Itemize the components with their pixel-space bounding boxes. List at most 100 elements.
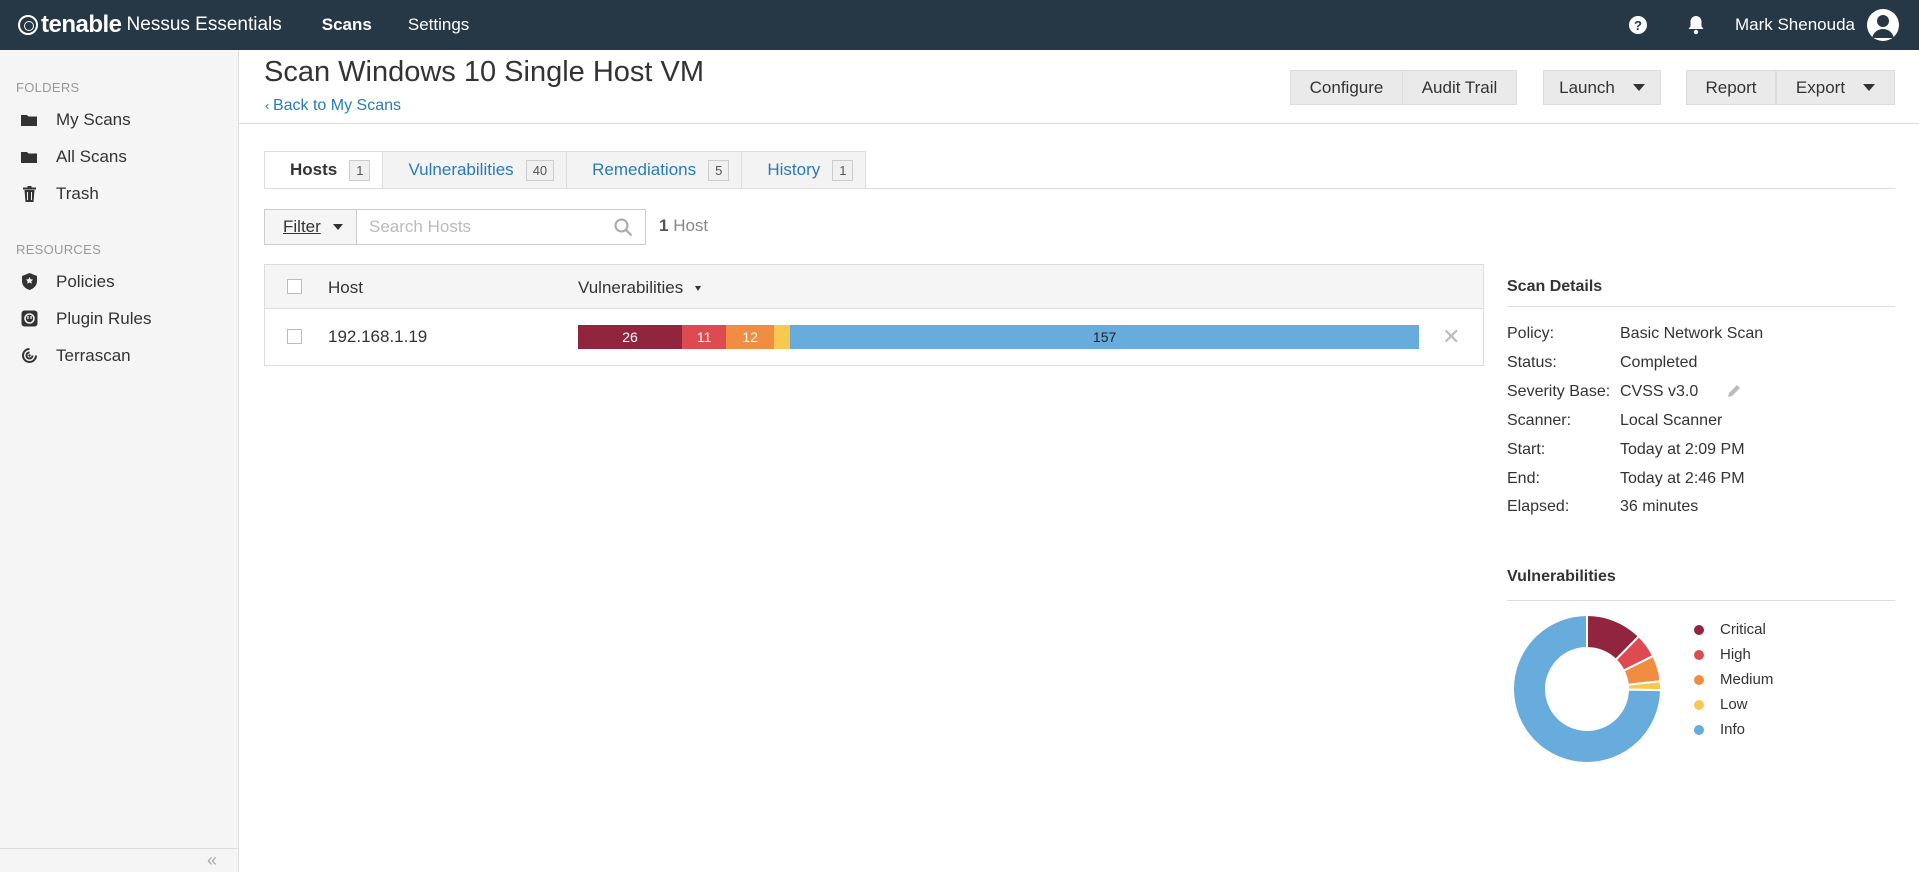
select-all-checkbox[interactable] [287, 279, 302, 294]
logo-brand: tenable [41, 11, 122, 38]
tab-label: Vulnerabilities [408, 160, 514, 179]
severity-segment-critical[interactable]: 26 [578, 325, 683, 349]
detail-status: Status: Completed [1507, 354, 1697, 372]
severity-segment-high[interactable]: 11 [682, 325, 727, 349]
sort-down-icon [695, 286, 702, 292]
sidebar-item-my-scans[interactable]: My Scans [0, 101, 238, 138]
column-header-host[interactable]: Host [328, 278, 363, 298]
legend-dot [1694, 674, 1704, 685]
sidebar-item-trash[interactable]: Trash [0, 175, 238, 212]
user-avatar-icon[interactable] [1867, 9, 1899, 41]
folder-icon [20, 148, 38, 166]
user-name[interactable]: Mark Shenouda [1735, 15, 1855, 35]
legend-label: Low [1720, 696, 1748, 713]
detail-key: Scanner: [1507, 412, 1572, 429]
nav-settings[interactable]: Settings [408, 15, 469, 35]
tab-label: History [767, 160, 821, 179]
sidebar-item-all-scans[interactable]: All Scans [0, 138, 238, 175]
top-bar: tenable Nessus Essentials Scans Settings… [0, 0, 1919, 50]
search-hosts-box [357, 209, 646, 245]
tab-remediations[interactable]: Remediations 5 [567, 151, 743, 189]
vulnerabilities-panel-title: Vulnerabilities [1507, 568, 1616, 585]
sidebar-item-plugin-rules[interactable]: Plugin Rules [0, 300, 238, 337]
detail-value: 36 minutes [1620, 498, 1699, 515]
detail-key: End: [1507, 470, 1540, 487]
vulnerabilities-panel-divider [1507, 600, 1895, 601]
severity-segment-low[interactable] [774, 325, 791, 349]
tab-label: Hosts [290, 160, 338, 179]
edit-pencil-icon[interactable] [1726, 383, 1742, 404]
filter-button[interactable]: Filter [264, 209, 357, 245]
column-header-vulnerabilities[interactable]: Vulnerabilities [578, 278, 702, 298]
nav-scans[interactable]: Scans [322, 15, 372, 35]
page-title: Scan Windows 10 Single Host VM [264, 56, 705, 88]
terrascan-icon [20, 347, 38, 365]
sidebar-collapse-icon[interactable]: « [0, 848, 239, 872]
search-hosts-input[interactable] [357, 217, 597, 237]
legend-low[interactable]: Low [1694, 692, 1773, 717]
chevron-down-icon [1632, 84, 1645, 91]
trash-icon [20, 185, 38, 203]
severity-segment-medium[interactable]: 12 [726, 325, 775, 349]
column-header-label: Vulnerabilities [578, 278, 684, 297]
header-divider [239, 123, 1919, 124]
logo-mark-icon [18, 15, 38, 35]
audit-trail-button[interactable]: Audit Trail [1402, 70, 1517, 105]
severity-bar[interactable]: 26 11 12 157 [578, 325, 1419, 349]
tab-vulnerabilities[interactable]: Vulnerabilities 40 [383, 151, 568, 189]
tab-hosts[interactable]: Hosts 1 [264, 151, 384, 189]
table-header: Host Vulnerabilities [265, 265, 1483, 309]
scan-details-title: Scan Details [1507, 278, 1603, 295]
help-icon[interactable]: ? [1628, 16, 1647, 34]
search-icon[interactable] [614, 218, 633, 242]
launch-button[interactable]: Launch [1543, 70, 1661, 105]
host-ip[interactable]: 192.168.1.19 [328, 327, 427, 347]
legend-critical[interactable]: Critical [1694, 617, 1773, 642]
legend-high[interactable]: High [1694, 642, 1773, 667]
legend-info[interactable]: Info [1694, 717, 1773, 742]
host-count-label: Host [673, 216, 709, 235]
detail-scanner: Scanner: Local Scanner [1507, 412, 1722, 430]
report-button[interactable]: Report [1686, 70, 1776, 105]
detail-key: Severity Base: [1507, 383, 1611, 400]
severity-segment-info[interactable]: 157 [790, 325, 1419, 349]
vulnerabilities-donut-chart[interactable] [1512, 614, 1662, 764]
scan-details-divider [1507, 306, 1895, 307]
back-to-my-scans-link[interactable]: ‹ Back to My Scans [265, 97, 401, 115]
sidebar-item-policies[interactable]: Policies [0, 263, 238, 300]
detail-end: End: Today at 2:46 PM [1507, 470, 1745, 488]
filter-label: Filter [283, 217, 321, 236]
shield-icon [20, 273, 38, 291]
tab-count-badge: 1 [832, 159, 854, 181]
detail-key: Elapsed: [1507, 498, 1570, 515]
configure-button[interactable]: Configure [1290, 70, 1403, 105]
export-button[interactable]: Export [1776, 70, 1895, 105]
legend-medium[interactable]: Medium [1694, 667, 1773, 692]
delete-host-icon[interactable]: ✕ [1442, 326, 1460, 348]
sidebar-item-terrascan[interactable]: Terrascan [0, 337, 238, 374]
tenable-logo[interactable]: tenable Nessus Essentials [18, 0, 282, 50]
detail-key: Policy: [1507, 325, 1555, 342]
hosts-table: Host Vulnerabilities 192.168.1.19 26 11 12… [264, 264, 1484, 366]
sidebar-item-label: Trash [56, 183, 99, 203]
legend-dot [1694, 624, 1704, 635]
detail-value: CVSS v3.0 [1620, 383, 1699, 400]
sidebar-item-label: All Scans [56, 146, 127, 166]
sidebar: FOLDERS My Scans All Scans Trash RESOURC… [0, 50, 239, 872]
detail-key: Start: [1507, 441, 1546, 458]
table-row[interactable]: 192.168.1.19 26 11 12 157 ✕ [265, 309, 1483, 366]
notifications-bell-icon[interactable] [1685, 14, 1707, 36]
chevron-left-icon: ‹ [265, 98, 273, 113]
sidebar-item-label: Plugin Rules [56, 308, 152, 328]
detail-value: Local Scanner [1620, 412, 1723, 429]
export-label: Export [1795, 77, 1846, 97]
folder-icon [20, 111, 38, 129]
legend-label: Info [1720, 721, 1746, 738]
plugin-icon [20, 310, 38, 328]
launch-label: Launch [1559, 77, 1615, 97]
tab-history[interactable]: History 1 [742, 151, 867, 189]
chevron-down-icon [1863, 84, 1876, 91]
legend-dot [1694, 649, 1704, 660]
sidebar-item-label: Terrascan [56, 345, 131, 365]
row-checkbox[interactable] [287, 329, 302, 344]
